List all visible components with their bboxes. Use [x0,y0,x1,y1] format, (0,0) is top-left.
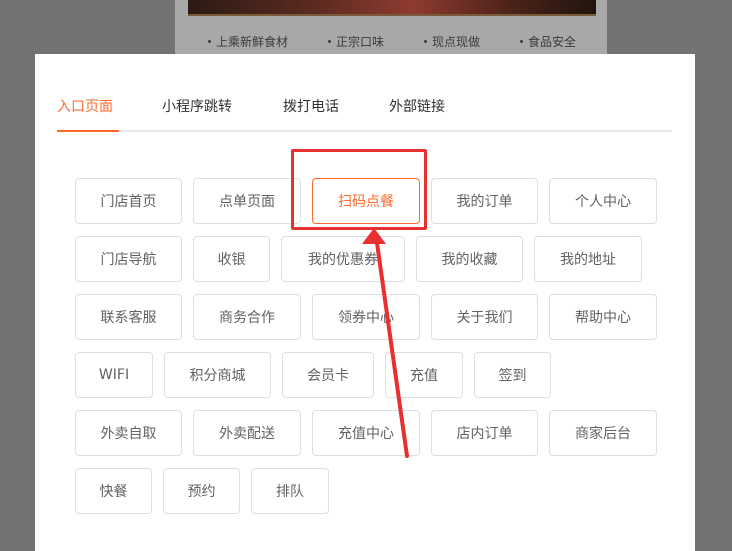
feature-tag-label: 正宗口味 [335,34,384,49]
tab-label: 外部链接 [389,99,445,115]
feature-tag: 食品安全 [519,33,576,50]
feature-tag-label: 现点现做 [431,34,480,49]
page-button-takeout-pickup[interactable]: 外卖自取 [75,410,182,456]
background-food-image [188,0,596,16]
page-button-queue[interactable]: 排队 [251,468,329,514]
page-button-merchant-admin[interactable]: 商家后台 [549,410,657,456]
active-tab-indicator [57,130,119,132]
page-button-business-cooperation[interactable]: 商务合作 [193,294,301,340]
feature-tag: 正宗口味 [327,33,384,50]
feature-tag: 现点现做 [423,33,480,50]
page-button-my-favorites[interactable]: 我的收藏 [416,236,523,282]
page-button-help-center[interactable]: 帮助中心 [549,294,657,340]
page-button-scan-to-order[interactable]: 扫码点餐 [312,178,420,224]
tab-external-link[interactable]: 外部链接 [389,96,445,130]
feature-tag-label: 上乘新鲜食材 [215,34,288,49]
background-feature-tags: 上乘新鲜食材 正宗口味 现点现做 食品安全 [188,26,596,56]
page-button-fast-food[interactable]: 快餐 [75,468,152,514]
bullet-icon [519,39,523,43]
page-button-reservation[interactable]: 预约 [163,468,240,514]
page-button-store-navigation[interactable]: 门店导航 [75,236,182,282]
page-button-dine-in-orders[interactable]: 店内订单 [431,410,538,456]
page-button-points-mall[interactable]: 积分商城 [164,352,271,398]
tab-label: 小程序跳转 [162,99,232,115]
page-button-user-center[interactable]: 个人中心 [549,178,657,224]
feature-tag: 上乘新鲜食材 [207,33,288,50]
page-button-my-address[interactable]: 我的地址 [534,236,642,282]
link-type-tabs: 入口页面 小程序跳转 拨打电话 外部链接 [57,96,672,132]
tab-label: 入口页面 [57,99,113,115]
page-button-check-in[interactable]: 签到 [474,352,551,398]
bullet-icon [207,39,211,43]
tab-label: 拨打电话 [283,99,339,115]
bullet-icon [423,39,427,43]
tab-phone-call[interactable]: 拨打电话 [283,96,339,130]
page-button-customer-service[interactable]: 联系客服 [75,294,182,340]
page-button-about-us[interactable]: 关于我们 [431,294,538,340]
page-button-recharge[interactable]: 充值 [385,352,463,398]
page-button-membership-card[interactable]: 会员卡 [282,352,374,398]
feature-tag-label: 食品安全 [527,34,576,49]
page-button-wifi[interactable]: WIFI [75,352,153,398]
page-button-recharge-center[interactable]: 充值中心 [312,410,420,456]
page-button-my-coupons[interactable]: 我的优惠券 [281,236,405,282]
page-button-coupon-center[interactable]: 领券中心 [312,294,420,340]
bullet-icon [327,39,331,43]
page-button-checkout[interactable]: 收银 [193,236,270,282]
tab-mini-program-jump[interactable]: 小程序跳转 [162,96,232,130]
page-button-store-home[interactable]: 门店首页 [75,178,182,224]
page-button-takeout-delivery[interactable]: 外卖配送 [193,410,301,456]
page-button-order-page[interactable]: 点单页面 [193,178,301,224]
link-picker-dialog: 入口页面 小程序跳转 拨打电话 外部链接 门店首页 点单页面 扫码点餐 我的订单… [35,54,695,551]
tab-entry-page[interactable]: 入口页面 [57,96,119,132]
page-button-my-orders[interactable]: 我的订单 [431,178,538,224]
